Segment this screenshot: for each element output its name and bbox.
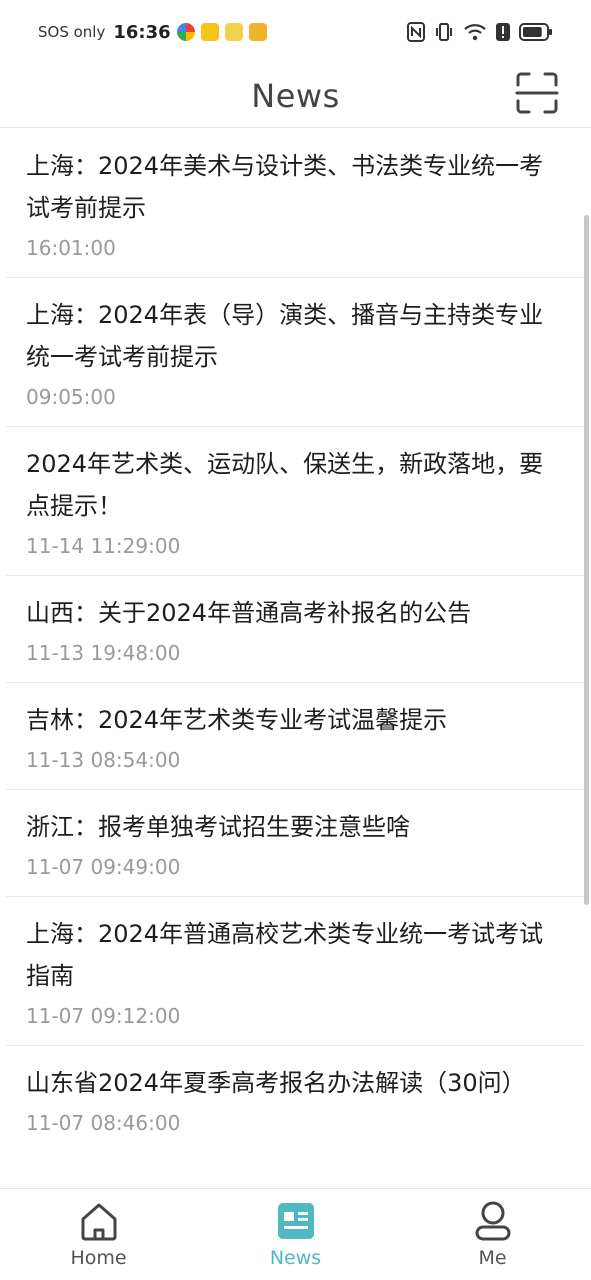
news-time: 11-07 09:12:00 [26,1004,181,1028]
news-item[interactable]: 浙江：报考单独考试招生要注意些啥 11-07 09:49:00 [6,789,585,896]
news-time: 11-13 19:48:00 [26,641,181,665]
news-time: 09:05:00 [26,385,116,409]
app-notification-icon [224,23,243,41]
sos-text: SOS only [38,23,106,41]
news-time: 11-07 08:46:00 [26,1111,181,1135]
person-icon [475,1201,510,1241]
news-title: 上海：2024年美术与设计类、书法类专业统一考试考前提示 [26,152,544,222]
scan-icon [515,72,559,114]
page-title: News [251,76,340,115]
news-icon [277,1203,314,1239]
news-time: 11-13 08:54:00 [26,748,181,772]
news-time: 16:01:00 [26,236,116,260]
home-icon [81,1203,116,1241]
battery-icon [519,22,553,42]
nav-label-me: Me [478,1247,507,1269]
nav-item-news[interactable]: News [197,1189,394,1280]
nfc-icon [407,22,425,42]
news-title: 山东省2024年夏季高考报名办法解读（30问） [26,1069,526,1097]
news-title: 上海：2024年普通高校艺术类专业统一考试考试指南 [26,920,544,990]
bottom-nav: Home News Me [0,1188,591,1280]
news-item[interactable]: 2024年艺术类、运动队、保送生，新政落地，要点提示！ 11-14 11:29:0… [6,426,585,575]
nav-label-news: News [269,1247,322,1269]
scan-button[interactable] [515,71,559,115]
news-title: 吉林：2024年艺术类专业考试温馨提示 [26,706,448,734]
screen: SOS only 16:36 News 上海：2024年美术与设计类、书法类专业… [0,0,591,1280]
status-time: 16:36 [113,21,171,43]
app-notification-icon [248,23,267,41]
header: News [0,64,591,128]
news-item[interactable]: 山东省2024年夏季高考报名办法解读（30问） 11-07 08:46:00 [6,1045,585,1152]
nav-item-me[interactable]: Me [394,1189,591,1280]
news-title: 上海：2024年表（导）演类、播音与主持类专业统一考试考前提示 [26,301,544,371]
news-item[interactable]: 山西：关于2024年普通高考补报名的公告 11-13 19:48:00 [6,575,585,682]
news-item[interactable]: 上海：2024年美术与设计类、书法类专业统一考试考前提示 16:01:00 [0,129,591,277]
vibrate-icon [434,22,454,42]
status-right [407,22,553,42]
news-title: 2024年艺术类、运动队、保送生，新政落地，要点提示！ [26,450,544,520]
alert-icon [496,22,510,42]
news-title: 山西：关于2024年普通高考补报名的公告 [26,599,472,627]
scrollbar[interactable] [584,215,589,905]
status-bar: SOS only 16:36 [0,0,591,64]
news-item[interactable]: 吉林：2024年艺术类专业考试温馨提示 11-13 08:54:00 [6,682,585,789]
news-time: 11-14 11:29:00 [26,534,181,558]
app-notification-icon [200,23,219,41]
news-list[interactable]: 上海：2024年美术与设计类、书法类专业统一考试考前提示 16:01:00 上海：2… [0,129,591,1187]
status-left: SOS only 16:36 [38,22,267,43]
nav-label-home: Home [70,1247,127,1269]
nav-item-home[interactable]: Home [0,1189,197,1280]
wifi-icon [463,22,487,42]
app-notification-icon [176,23,195,41]
news-title: 浙江：报考单独考试招生要注意些啥 [26,813,410,841]
news-item[interactable]: 上海：2024年普通高校艺术类专业统一考试考试指南 11-07 09:12:00 [6,896,585,1045]
news-item[interactable]: 上海：2024年表（导）演类、播音与主持类专业统一考试考前提示 09:05:00 [6,277,585,426]
news-time: 11-07 09:49:00 [26,855,181,879]
